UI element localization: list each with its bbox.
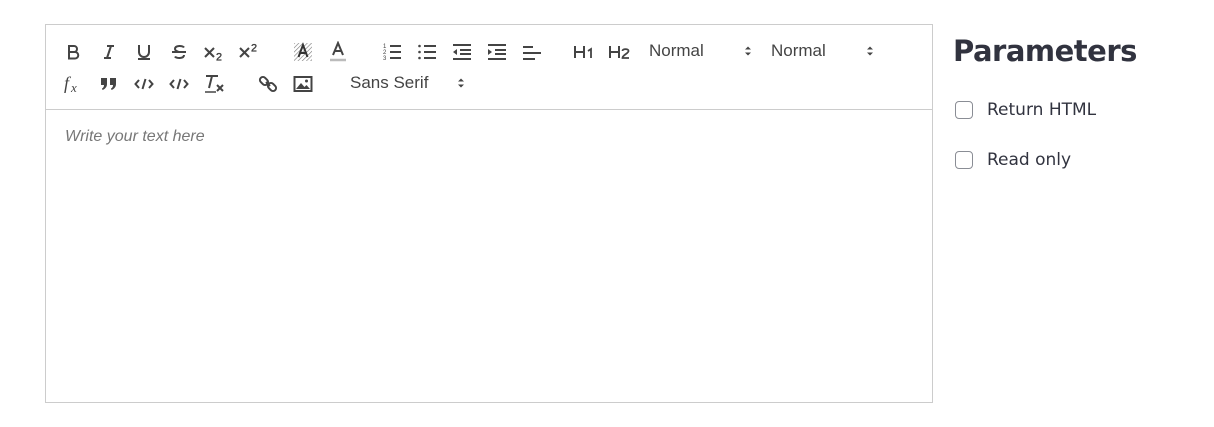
ordered-list-icon: 1 2 3: [383, 44, 401, 62]
image-button[interactable]: [291, 72, 315, 96]
outdent-icon: [453, 44, 471, 60]
editor-content-area[interactable]: Write your text here: [46, 110, 932, 402]
heading-1-icon: [574, 46, 592, 58]
indent-button[interactable]: [485, 40, 509, 64]
rich-text-editor: 1 2 3 Normal Normal f x Sans Serif Write…: [45, 24, 933, 403]
bold-button[interactable]: [61, 40, 85, 64]
heading-2-icon: [609, 46, 630, 59]
ordered-list-button[interactable]: 1 2 3: [380, 40, 404, 64]
subscript-icon: [204, 47, 222, 61]
parameters-panel: Parameters Return HTML Read only: [953, 34, 1203, 170]
picker-arrows-icon: [867, 46, 873, 56]
return-html-label: Return HTML: [987, 100, 1097, 120]
blockquote-icon: [101, 78, 116, 90]
picker-arrows-icon: [745, 46, 751, 56]
read-only-checkbox[interactable]: [955, 151, 973, 169]
clear-format-button[interactable]: [202, 72, 226, 96]
strikethrough-icon: [172, 45, 186, 59]
picker-arrows-icon: [458, 78, 464, 88]
code-button[interactable]: [132, 72, 156, 96]
parameters-title: Parameters: [953, 34, 1137, 68]
background-color-button[interactable]: [291, 40, 315, 64]
header-picker-label: Normal: [649, 41, 704, 60]
font-picker[interactable]: Sans Serif: [350, 71, 475, 95]
read-only-option[interactable]: Read only: [953, 150, 1071, 170]
svg-text:x: x: [70, 80, 77, 95]
editor-toolbar: 1 2 3 Normal Normal f x Sans Serif: [46, 25, 932, 110]
heading-2-button[interactable]: [608, 40, 632, 64]
read-only-label: Read only: [987, 150, 1072, 170]
editor-placeholder: Write your text here: [65, 128, 205, 145]
formula-icon: f x: [64, 73, 77, 95]
header-picker[interactable]: Normal: [649, 39, 759, 63]
superscript-button[interactable]: [237, 40, 261, 64]
background-color-icon: [294, 42, 312, 61]
heading-1-button[interactable]: [573, 40, 597, 64]
underline-button[interactable]: [132, 40, 156, 64]
align-left-button[interactable]: [520, 40, 544, 64]
font-picker-label: Sans Serif: [350, 73, 429, 92]
link-button[interactable]: [256, 72, 280, 96]
size-picker[interactable]: Normal: [771, 39, 881, 63]
image-icon: [293, 76, 313, 92]
underline-icon: [138, 45, 150, 60]
strikethrough-button[interactable]: [167, 40, 191, 64]
outdent-button[interactable]: [450, 40, 474, 64]
subscript-button[interactable]: [202, 40, 226, 64]
link-icon: [258, 75, 278, 93]
code-block-icon: [169, 78, 189, 90]
blockquote-button[interactable]: [97, 72, 121, 96]
return-html-checkbox[interactable]: [955, 101, 973, 119]
italic-icon: [104, 45, 114, 59]
bullet-list-button[interactable]: [415, 40, 439, 64]
italic-button[interactable]: [97, 40, 121, 64]
formula-button[interactable]: f x: [62, 72, 86, 96]
size-picker-label: Normal: [771, 41, 826, 60]
code-icon: [134, 78, 154, 90]
text-color-button[interactable]: [326, 40, 350, 64]
bullet-list-icon: [418, 44, 436, 60]
text-color-icon: [330, 41, 346, 62]
bold-icon: [68, 45, 80, 60]
align-left-icon: [523, 46, 541, 60]
code-block-button[interactable]: [167, 72, 191, 96]
svg-text:3: 3: [383, 56, 387, 62]
superscript-icon: [239, 43, 257, 58]
indent-icon: [488, 44, 506, 60]
clear-format-icon: [205, 75, 224, 93]
return-html-option[interactable]: Return HTML: [953, 100, 1096, 120]
